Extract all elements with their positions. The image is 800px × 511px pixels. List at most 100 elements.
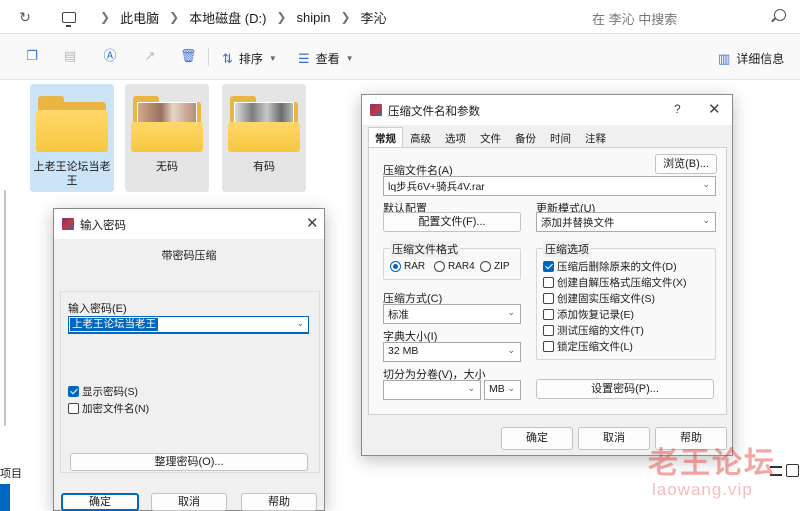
view-icon: ☰	[298, 50, 310, 66]
password-input[interactable]: 上老王论坛当老王 ⌄	[68, 316, 309, 334]
dict-size-value: 32 MB	[388, 345, 419, 357]
delete-icon[interactable]: 🗑	[180, 48, 197, 64]
encrypt-filenames-label: 加密文件名(N)	[82, 403, 150, 415]
format-rar-radio[interactable]: RAR	[390, 261, 425, 272]
close-icon[interactable]: ✕	[306, 214, 319, 232]
dialog-title: 压缩文件名和参数	[388, 106, 480, 118]
checkbox-indicator	[543, 277, 554, 288]
folder-item[interactable]: 有码	[222, 84, 306, 192]
ok-button[interactable]: 确定	[61, 493, 139, 511]
chevron-down-icon: ▼	[345, 54, 354, 63]
show-password-label: 显示密码(S)	[82, 386, 138, 398]
help-icon[interactable]: ?	[674, 102, 681, 116]
option-label: 创建自解压格式压缩文件(X)	[557, 277, 687, 289]
tab-files[interactable]: 文件	[473, 127, 508, 148]
tiles-view-icon[interactable]	[786, 464, 799, 477]
browse-button[interactable]: 浏览(B)...	[655, 154, 717, 174]
breadcrumb-item-current[interactable]: 李沁	[361, 8, 387, 27]
close-icon[interactable]: ✕	[708, 100, 721, 118]
archive-options-title: 压缩选项	[543, 241, 591, 257]
tab-backup[interactable]: 备份	[508, 127, 543, 148]
sort-button[interactable]: ⇅ 排序 ▼	[222, 50, 277, 67]
update-mode-select[interactable]: 添加并替换文件 ⌄	[536, 212, 716, 232]
breadcrumb[interactable]: ❯ 此电脑 ❯ 本地磁盘 (D:) ❯ shipin ❯ 李沁	[52, 4, 564, 30]
organize-passwords-button[interactable]: 整理密码(O)...	[70, 453, 308, 471]
format-rar4-label: RAR4	[448, 261, 475, 272]
tab-time[interactable]: 时间	[543, 127, 578, 148]
paste-icon[interactable]: ▤	[62, 48, 78, 64]
tab-options[interactable]: 选项	[438, 127, 473, 148]
option-label: 添加恢复记录(E)	[557, 309, 634, 321]
details-label: 详细信息	[736, 52, 785, 66]
breadcrumb-item-shipin[interactable]: shipin	[296, 10, 330, 25]
split-unit-select[interactable]: MB ⌄	[484, 380, 521, 400]
encrypt-filenames-checkbox[interactable]: 加密文件名(N)	[68, 401, 149, 416]
option-test-checkbox[interactable]: 测试压缩的文件(T)	[543, 323, 644, 338]
chevron-down-icon[interactable]: ⌄	[296, 318, 304, 329]
status-text: 项目	[0, 468, 22, 480]
format-rar-label: RAR	[404, 261, 426, 272]
folder-item[interactable]: 上老王论坛当老王	[30, 84, 114, 192]
toolbar-divider	[208, 48, 209, 66]
rename-icon[interactable]: Ⓐ	[102, 48, 118, 64]
chevron-right-icon: ❯	[100, 10, 111, 24]
chevron-down-icon: ⌄	[467, 383, 475, 393]
update-mode-value: 添加并替换文件	[541, 217, 615, 229]
breadcrumb-item-this-pc[interactable]: 此电脑	[120, 8, 159, 27]
option-lock-checkbox[interactable]: 锁定压缩文件(L)	[543, 339, 633, 354]
watermark-text: 老王论坛	[648, 447, 776, 480]
chevron-down-icon: ⌄	[702, 215, 710, 225]
help-button[interactable]: 帮助	[241, 493, 317, 511]
chevron-right-icon: ❯	[340, 10, 351, 24]
share-icon[interactable]: ↗	[142, 48, 158, 64]
details-pane-icon: ▥	[718, 50, 731, 66]
tab-strip: 常规 高级 选项 文件 备份 时间 注释	[368, 127, 613, 148]
method-select[interactable]: 标准 ⌄	[383, 304, 521, 324]
checkbox-indicator	[543, 261, 554, 272]
split-unit-value: MB	[489, 383, 505, 395]
view-label: 查看	[315, 52, 340, 66]
set-password-button[interactable]: 设置密码(P)...	[536, 379, 714, 399]
view-button[interactable]: ☰ 查看 ▼	[298, 50, 354, 67]
dialog-title: 输入密码	[80, 220, 126, 232]
dialog-titlebar[interactable]: 压缩文件名和参数 ? ✕	[362, 95, 732, 125]
tab-comment[interactable]: 注释	[578, 127, 613, 148]
chevron-down-icon: ⌄	[507, 307, 515, 317]
option-solid-checkbox[interactable]: 创建固实压缩文件(S)	[543, 291, 655, 306]
details-pane-button[interactable]: ▥ 详细信息	[718, 50, 784, 67]
option-recovery-checkbox[interactable]: 添加恢复记录(E)	[543, 307, 634, 322]
checkbox-indicator	[68, 403, 79, 414]
tab-general[interactable]: 常规	[368, 127, 403, 148]
split-volume-input[interactable]: ⌄	[383, 380, 481, 400]
chevron-down-icon: ▼	[268, 54, 277, 63]
folder-name: 有码	[253, 161, 275, 173]
sort-label: 排序	[238, 52, 263, 66]
option-delete-after-checkbox[interactable]: 压缩后删除原来的文件(D)	[543, 259, 677, 274]
folder-item[interactable]: 无码	[125, 84, 209, 192]
archive-name-input[interactable]: lq步兵6V+骑兵4V.rar ⌄	[383, 176, 716, 196]
cancel-button[interactable]: 取消	[151, 493, 227, 511]
format-zip-radio[interactable]: ZIP	[480, 261, 510, 272]
show-password-checkbox[interactable]: 显示密码(S)	[68, 384, 138, 399]
breadcrumb-item-drive-d[interactable]: 本地磁盘 (D:)	[189, 8, 266, 27]
vertical-scrollbar[interactable]	[4, 190, 6, 426]
tab-advanced[interactable]: 高级	[403, 127, 438, 148]
ok-button[interactable]: 确定	[501, 427, 573, 450]
chevron-down-icon: ⌄	[507, 383, 515, 393]
format-zip-label: ZIP	[494, 261, 510, 272]
copy-icon[interactable]: ❐	[24, 48, 40, 64]
dialog-titlebar[interactable]: 输入密码 ✕	[54, 209, 324, 239]
option-label: 压缩后删除原来的文件(D)	[557, 261, 677, 273]
profile-button[interactable]: 配置文件(F)...	[383, 212, 521, 232]
password-label: 输入密码(E)	[68, 303, 127, 315]
search-input[interactable]: 在 李沁 中搜索	[578, 4, 792, 30]
chevron-right-icon: ❯	[276, 10, 287, 24]
format-rar4-radio[interactable]: RAR4	[434, 261, 475, 272]
dict-size-select[interactable]: 32 MB ⌄	[383, 342, 521, 362]
archive-options-group: 压缩选项 压缩后删除原来的文件(D) 创建自解压格式压缩文件(X) 创建固实压缩…	[536, 241, 716, 360]
option-sfx-checkbox[interactable]: 创建自解压格式压缩文件(X)	[543, 275, 687, 290]
winrar-icon	[370, 104, 382, 116]
cancel-button[interactable]: 取消	[578, 427, 650, 450]
refresh-icon[interactable]: ↻	[16, 8, 34, 26]
folder-icon	[131, 96, 203, 152]
